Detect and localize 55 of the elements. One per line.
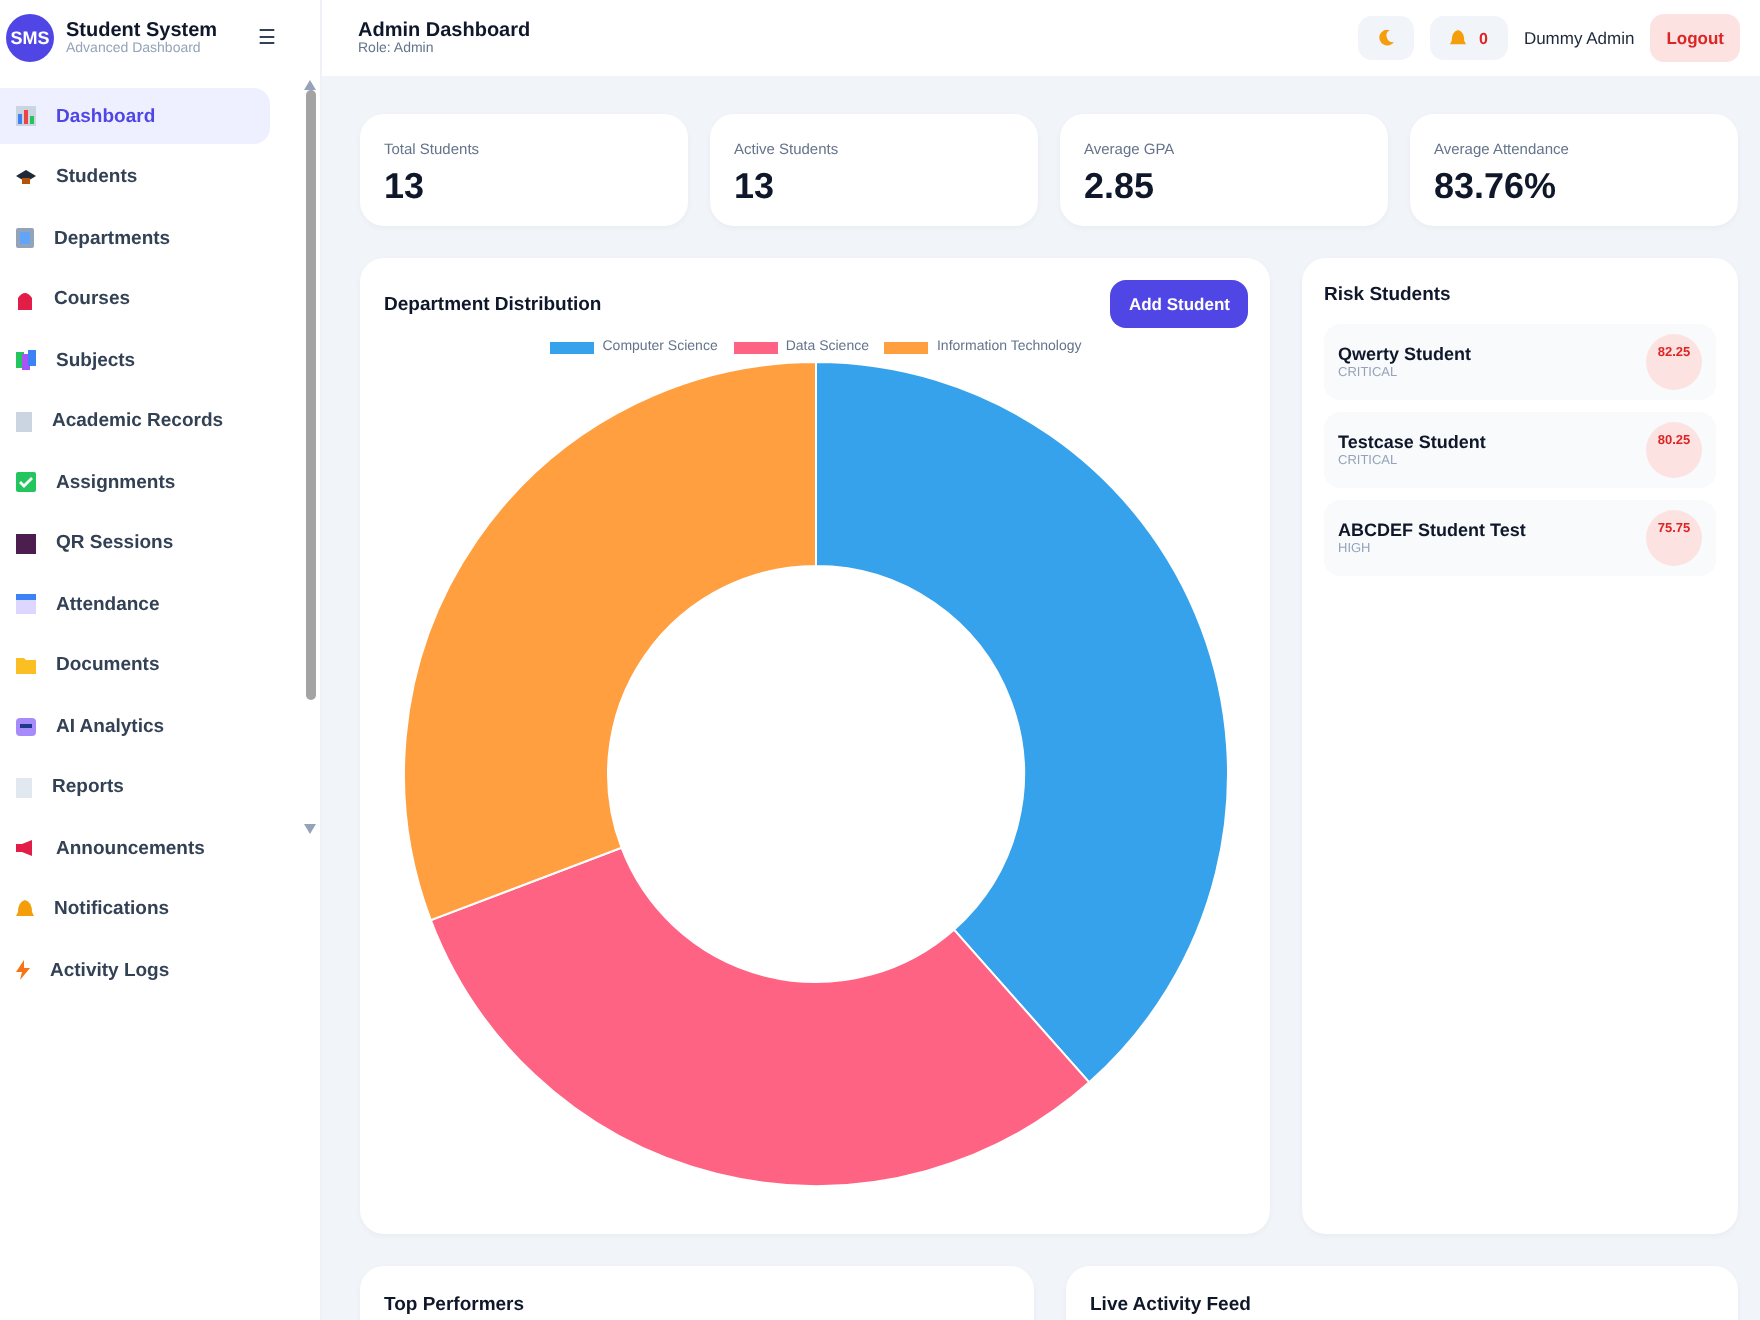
sidebar-item[interactable]: Subjects — [0, 332, 270, 388]
graduation-cap-icon — [16, 169, 36, 185]
sidebar-item[interactable]: Departments — [0, 210, 270, 266]
document-icon — [16, 411, 32, 431]
sidebar-item[interactable]: AI Analytics — [0, 698, 270, 754]
brand-title: Student System — [66, 20, 218, 42]
sidebar-item[interactable]: Assignments — [0, 454, 270, 510]
page-title: Admin Dashboard — [358, 20, 531, 42]
stat-value: 13 — [734, 166, 777, 208]
sidebar-item[interactable]: Documents — [0, 637, 270, 693]
card-title: Risk Students — [1324, 284, 1453, 306]
square-icon — [16, 533, 36, 553]
legend-swatch — [550, 341, 595, 353]
sidebar-item[interactable]: Students — [0, 149, 270, 205]
sidebar-item[interactable]: Reports — [0, 759, 270, 815]
theme-toggle-button[interactable] — [1358, 16, 1415, 60]
stat-value: 2.85 — [1084, 166, 1157, 208]
add-student-button[interactable]: Add Student — [1110, 280, 1248, 328]
moon-icon — [1378, 30, 1395, 46]
sidebar-item[interactable]: Notifications — [0, 881, 270, 937]
notifications-button[interactable]: 0 — [1430, 16, 1508, 60]
bell-icon — [1450, 29, 1467, 47]
sidebar-item[interactable]: Courses — [0, 271, 270, 327]
sidebar-item[interactable]: Attendance — [0, 576, 270, 632]
sidebar-item[interactable]: Academic Records — [0, 393, 270, 449]
notification-count: 0 — [1478, 29, 1488, 47]
legend-swatch — [884, 341, 929, 353]
document-icon — [16, 777, 32, 797]
card-title: Live Activity Feed — [1090, 1294, 1253, 1316]
scroll-down-icon[interactable] — [304, 824, 316, 834]
user-name: Dummy Admin — [1523, 28, 1635, 48]
logo: SMS — [6, 14, 54, 62]
folder-icon — [16, 656, 36, 674]
books-icon — [16, 350, 36, 370]
sidebar-item[interactable]: Announcements — [0, 820, 270, 876]
sidebar-item[interactable]: Activity Logs — [0, 942, 270, 998]
checkbox-icon — [16, 472, 36, 492]
menu-button[interactable]: ☰ — [258, 26, 276, 50]
lightning-icon — [16, 960, 30, 980]
card-title: Department Distribution — [384, 293, 602, 315]
stat-value: 83.76% — [1434, 166, 1559, 208]
card-title: Top Performers — [384, 1294, 527, 1316]
stat-value: 13 — [384, 166, 427, 208]
student-name: Qwerty Student — [1338, 344, 1472, 364]
student-name: ABCDEF Student Test — [1338, 520, 1526, 540]
megaphone-icon — [16, 840, 36, 856]
logout-button[interactable]: Logout — [1650, 14, 1740, 62]
sidebar-item[interactable]: Dashboard — [0, 88, 270, 144]
calendar-icon — [16, 594, 36, 614]
student-name: Testcase Student — [1338, 432, 1486, 452]
legend-swatch — [733, 341, 778, 353]
bell-icon — [16, 899, 34, 919]
bar-chart-icon — [16, 106, 36, 126]
scrollbar-thumb[interactable] — [305, 90, 315, 700]
sidebar-item[interactable]: QR Sessions — [0, 515, 270, 571]
